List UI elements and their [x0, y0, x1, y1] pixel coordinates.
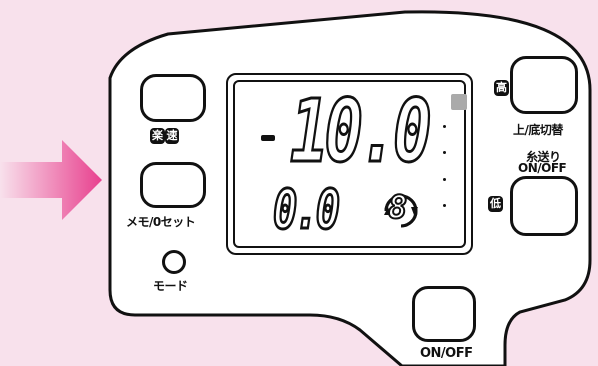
- depth-dot-4: [443, 204, 446, 207]
- memo-number: 8: [387, 187, 408, 227]
- raku-badge: 楽: [150, 128, 165, 144]
- depth-dot-3: [443, 178, 446, 181]
- soku-badge: 速: [164, 128, 179, 144]
- memo-zero-set-button[interactable]: [140, 162, 206, 208]
- raku-soku-button[interactable]: [140, 74, 206, 122]
- line-feed-button[interactable]: [510, 176, 578, 236]
- power-button[interactable]: [412, 286, 476, 342]
- status-indicator: [451, 94, 467, 110]
- mode-label: モード: [153, 279, 188, 293]
- raku-soku-label: 楽速: [150, 128, 179, 144]
- power-label: ON/OFF: [420, 346, 473, 361]
- pointer-arrow-icon: [0, 140, 102, 220]
- low-badge: 低: [488, 196, 503, 212]
- top-bottom-switch-button[interactable]: [510, 56, 578, 114]
- memo-zero-set-label: メモ/0セット: [126, 215, 196, 229]
- depth-dot-1: [443, 125, 446, 128]
- depth-dot-2: [443, 151, 446, 154]
- high-badge-wrap: 高: [494, 80, 509, 96]
- high-badge: 高: [494, 80, 509, 96]
- minus-sign: [261, 135, 275, 141]
- low-badge-wrap: 低: [488, 196, 503, 212]
- lcd-inner-frame: 10.0 0.0 8: [233, 80, 467, 248]
- lcd-display: 10.0 0.0 8: [226, 73, 473, 255]
- depth-readout: 10.0: [289, 81, 433, 184]
- line-feed-label-2: ON/OFF: [518, 161, 567, 175]
- top-bottom-switch-label: 上/底切替: [513, 123, 563, 137]
- line-length-readout: 0.0: [272, 177, 341, 243]
- mode-button[interactable]: [162, 250, 186, 274]
